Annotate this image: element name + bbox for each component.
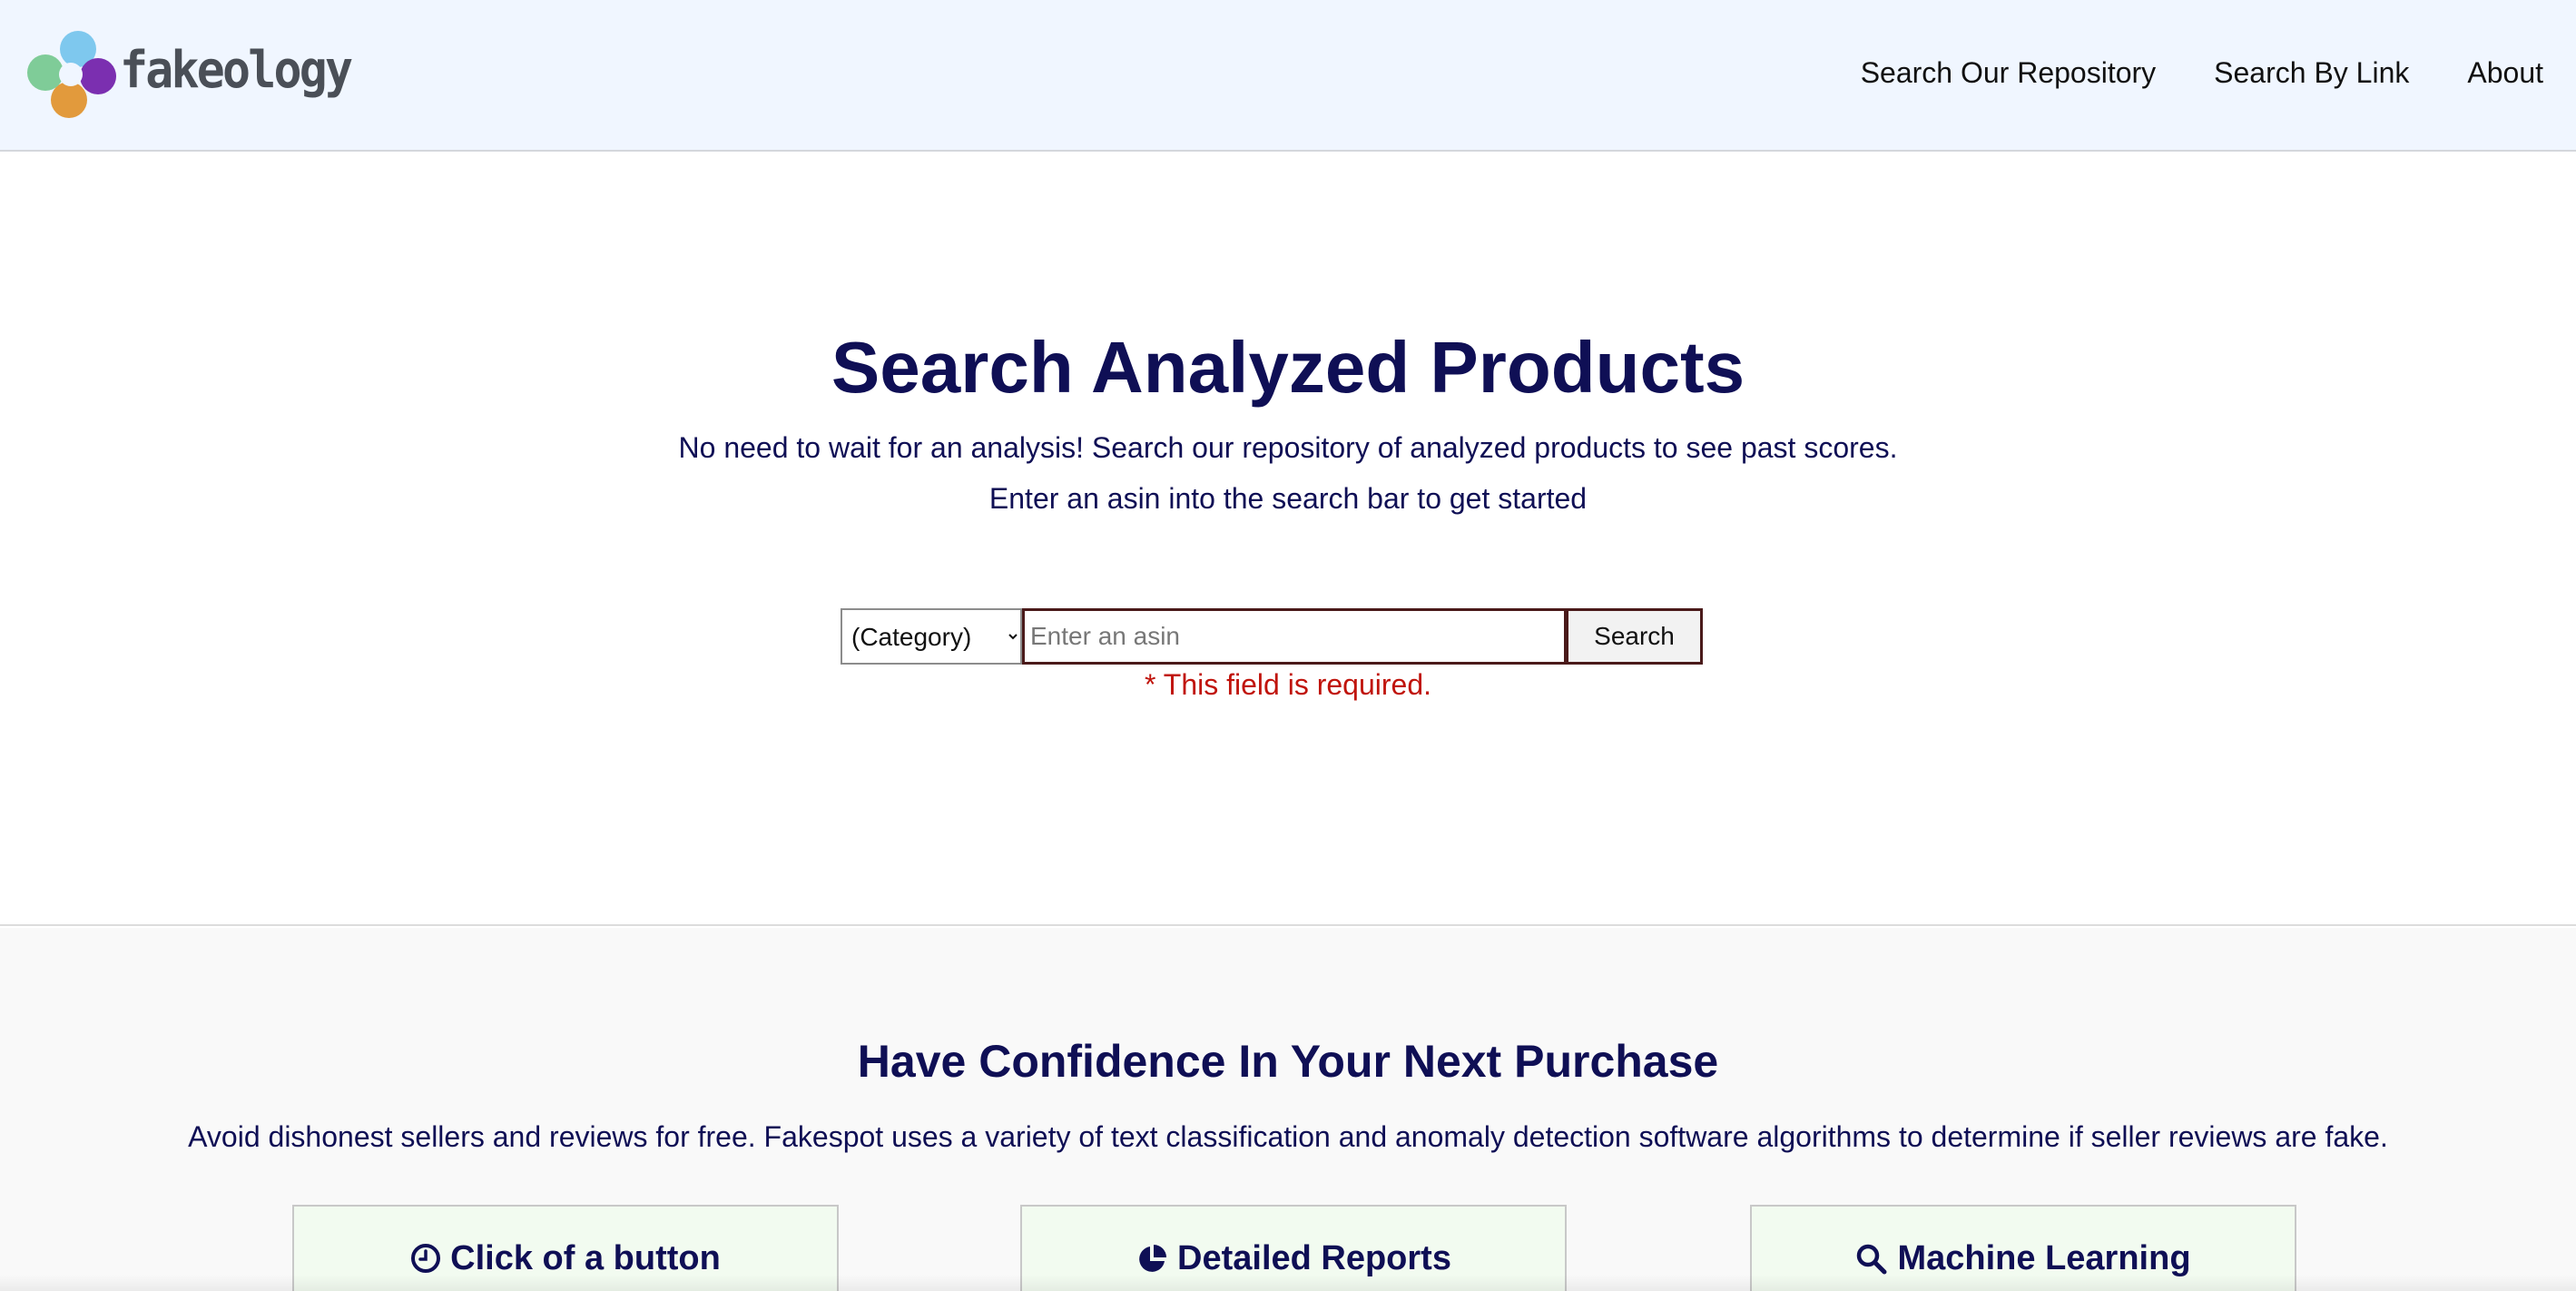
feature-card-title: Click of a button [450,1239,721,1277]
nav-about[interactable]: About [2467,56,2543,90]
search-icon [1857,1244,1887,1275]
hero-subtitle: No need to wait for an analysis! Search … [678,431,1898,464]
site-header: fakeology Search Our Repository Search B… [0,0,2576,152]
nav-search-repository[interactable]: Search Our Repository [1861,56,2156,90]
feature-card-title: Detailed Reports [1177,1239,1451,1277]
bottom-shadow [0,1275,2576,1291]
logo-icon [27,31,116,118]
asin-input[interactable] [1022,608,1567,665]
search-bar: (Category) Search [841,608,1703,665]
features-title: Have Confidence In Your Next Purchase [857,1036,1719,1087]
pie-chart-icon [1139,1245,1167,1272]
features-subtitle: Avoid dishonest sellers and reviews for … [188,1120,2388,1153]
logo[interactable]: fakeology [25,29,370,120]
main-nav: Search Our Repository Search By Link Abo… [1861,56,2543,90]
feature-card-title: Machine Learning [1897,1239,2191,1277]
nav-search-by-link[interactable]: Search By Link [2214,56,2409,90]
hero-section: Search Analyzed Products No need to wait… [0,153,2576,926]
features-section: Have Confidence In Your Next Purchase Av… [0,928,2576,1291]
clock-icon [411,1244,441,1273]
required-field-error: * This field is required. [1145,668,1431,701]
logo-text: fakeology [120,40,353,100]
search-button[interactable]: Search [1567,608,1703,665]
category-select[interactable]: (Category) [841,608,1022,665]
hero-instructions: Enter an asin into the search bar to get… [988,482,1588,515]
page-title: Search Analyzed Products [831,327,1745,408]
